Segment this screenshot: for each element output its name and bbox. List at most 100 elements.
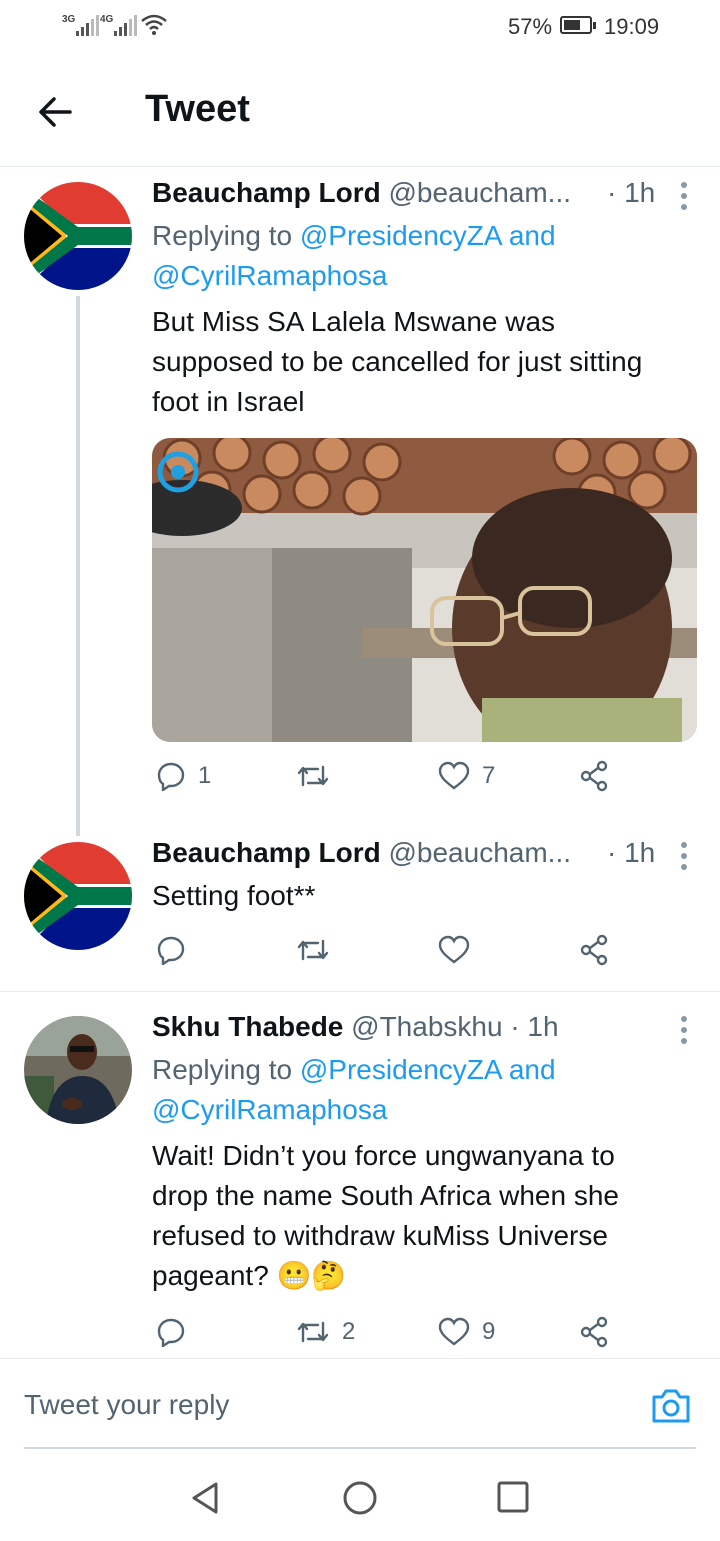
- reply-composer: Tweet your reply: [0, 1358, 720, 1449]
- signal-icon: [114, 14, 137, 36]
- status-bar: 3G 4G 57% 19:09: [0, 0, 720, 56]
- tweet-body: Beauchamp Lord @beaucham... · 1h Replyin…: [152, 176, 697, 742]
- heart-icon: [438, 935, 470, 964]
- heart-icon: [438, 761, 470, 790]
- mention-link[interactable]: @CyrilRamaphosa: [152, 1094, 387, 1125]
- like-button[interactable]: 7: [438, 756, 495, 796]
- reply-input[interactable]: Tweet your reply: [24, 1389, 229, 1421]
- reply-count: 1: [198, 762, 212, 789]
- tweet-time: · 1h: [510, 1011, 559, 1042]
- tweet-text: But Miss SA Lalela Mswane was supposed t…: [152, 302, 697, 422]
- retweet-count: 2: [342, 1318, 356, 1345]
- author-name[interactable]: Beauchamp Lord: [152, 177, 381, 208]
- author-handle[interactable]: @Thabskhu: [351, 1011, 502, 1042]
- battery-icon: [560, 16, 596, 34]
- retweet-button[interactable]: [296, 756, 342, 796]
- divider: [0, 991, 720, 992]
- tweet-text-line: Wait! Didn’t you force ungwanyana to: [152, 1140, 615, 1171]
- clock: 19:09: [604, 14, 660, 39]
- tweet-text-line: pageant? 😬🤔: [152, 1260, 347, 1291]
- wifi-icon: [141, 14, 167, 35]
- more-options-icon[interactable]: [681, 1016, 691, 1049]
- share-button[interactable]: [578, 1312, 610, 1352]
- reply-underline: [24, 1447, 696, 1449]
- photo-woman-glasses: [152, 438, 697, 742]
- tweet-time: · 1h: [607, 837, 656, 868]
- like-count: 7: [482, 762, 496, 789]
- share-icon: [580, 760, 608, 792]
- like-button[interactable]: [438, 930, 482, 970]
- tweet-text: Wait! Didn’t you force ungwanyana to dro…: [152, 1136, 697, 1296]
- replying-prefix: Replying to: [152, 1054, 293, 1085]
- south-africa-flag-avatar: [24, 182, 132, 290]
- reply-icon: [157, 1318, 185, 1347]
- like-button[interactable]: 9: [438, 1312, 495, 1352]
- camera-icon[interactable]: [650, 1387, 692, 1425]
- retweet-button[interactable]: [296, 930, 342, 970]
- replying-to-line2: @CyrilRamaphosa: [152, 1090, 697, 1130]
- author-handle[interactable]: @beaucham...: [388, 837, 571, 868]
- share-button[interactable]: [578, 930, 610, 970]
- author-name[interactable]: Skhu Thabede: [152, 1011, 343, 1042]
- tweet-text-line: refused to withdraw kuMiss Universe: [152, 1220, 608, 1251]
- mention-link[interactable]: @PresidencyZA and: [300, 220, 556, 251]
- retweet-icon: [297, 1321, 329, 1343]
- reply-icon: [157, 936, 185, 965]
- tweet-text-line: But Miss SA Lalela Mswane was: [152, 306, 556, 337]
- more-options-icon[interactable]: [681, 842, 691, 875]
- replying-to: Replying to @PresidencyZA and: [152, 216, 697, 256]
- tweet-text-line: drop the name South Africa when she: [152, 1180, 619, 1211]
- tweet-header: Beauchamp Lord @beaucham... · 1h: [152, 176, 697, 216]
- like-count: 9: [482, 1318, 496, 1345]
- tweet-actions: [152, 930, 652, 970]
- share-icon: [580, 934, 608, 966]
- page-title: Tweet: [145, 88, 250, 130]
- tweet-text: Setting foot**: [152, 876, 697, 916]
- avatar[interactable]: [24, 842, 132, 950]
- share-button[interactable]: [578, 756, 610, 796]
- mention-link[interactable]: @PresidencyZA and: [300, 1054, 556, 1085]
- tweet-header: Beauchamp Lord @beaucham... · 1h: [152, 836, 697, 876]
- user-photo-avatar: [24, 1016, 132, 1124]
- sim1-label: 3G: [62, 14, 76, 25]
- nav-recents-icon[interactable]: [496, 1480, 530, 1514]
- retweet-icon: [297, 765, 329, 787]
- reply-button[interactable]: 1: [156, 756, 211, 796]
- tweet-media-image[interactable]: [152, 438, 697, 742]
- system-nav-bar: [0, 1450, 720, 1541]
- tweet-text-line: foot in Israel: [152, 386, 305, 417]
- replying-prefix: Replying to: [152, 220, 293, 251]
- reply-icon: [157, 762, 185, 791]
- tweet-header: Skhu Thabede @Thabskhu · 1h: [152, 1010, 697, 1050]
- more-options-icon[interactable]: [681, 182, 691, 215]
- battery-percent: 57%: [508, 14, 553, 39]
- tweet-actions: 1 7: [152, 756, 652, 796]
- tweet-time: · 1h: [607, 177, 656, 208]
- avatar[interactable]: [24, 1016, 132, 1124]
- tweet-text-line: Setting foot**: [152, 880, 316, 911]
- author-name[interactable]: Beauchamp Lord: [152, 837, 381, 868]
- signal-icon: [76, 14, 99, 36]
- tweet-body: Beauchamp Lord @beaucham... · 1h Setting…: [152, 836, 697, 916]
- back-arrow-icon[interactable]: [34, 90, 78, 134]
- heart-icon: [438, 1317, 470, 1346]
- author-handle[interactable]: @beaucham...: [388, 177, 571, 208]
- reply-button[interactable]: [156, 930, 198, 970]
- thread-line: [76, 296, 80, 836]
- replying-to: Replying to @PresidencyZA and: [152, 1050, 697, 1090]
- south-africa-flag-avatar: [24, 842, 132, 950]
- nav-back-icon[interactable]: [188, 1480, 224, 1516]
- share-icon: [580, 1316, 608, 1348]
- tweet-body: Skhu Thabede @Thabskhu · 1h Replying to …: [152, 1010, 697, 1296]
- sim2-label: 4G: [100, 14, 114, 25]
- reply-button[interactable]: [156, 1312, 198, 1352]
- mention-link[interactable]: @CyrilRamaphosa: [152, 260, 387, 291]
- top-app-bar: Tweet: [0, 56, 720, 167]
- replying-to-line2: @CyrilRamaphosa: [152, 256, 697, 296]
- tweet-actions: 2 9: [152, 1312, 652, 1352]
- retweet-button[interactable]: 2: [296, 1312, 355, 1352]
- nav-home-icon[interactable]: [342, 1480, 378, 1516]
- tweet-text-line: supposed to be cancelled for just sittin…: [152, 346, 643, 377]
- retweet-icon: [297, 939, 329, 961]
- avatar[interactable]: [24, 182, 132, 290]
